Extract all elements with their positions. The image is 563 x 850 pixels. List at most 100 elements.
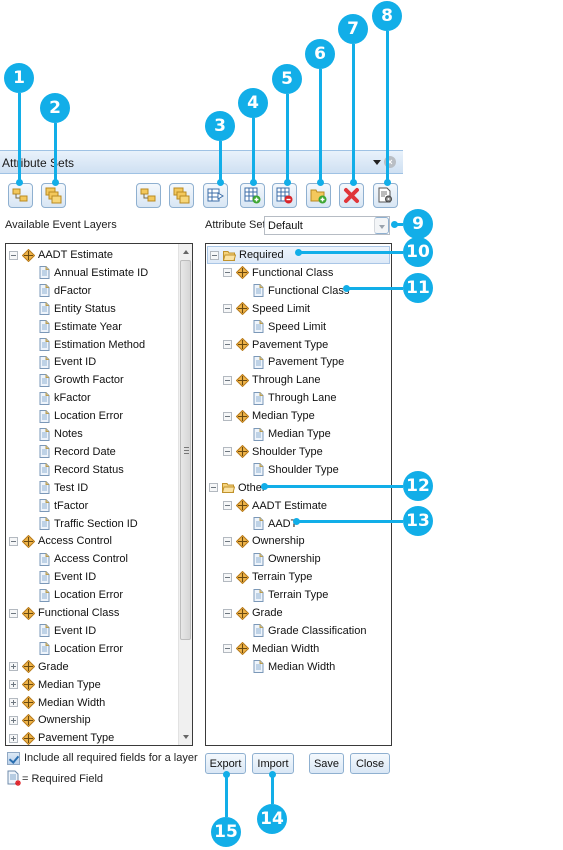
tree-field-item[interactable]: Location Error <box>23 586 123 604</box>
tree-field-item[interactable]: Estimation Method <box>23 336 145 354</box>
scroll-up-icon[interactable] <box>183 250 189 254</box>
collapse-all-set-button[interactable] <box>169 183 194 208</box>
tree-layer-item[interactable]: Functional Class <box>223 264 333 282</box>
tree-field-item[interactable]: Record Status <box>23 461 124 479</box>
tree-field-item[interactable]: Functional Class <box>237 282 349 300</box>
tree-field-item[interactable]: Growth Factor <box>23 371 124 389</box>
expand-icon[interactable] <box>9 662 18 672</box>
tree-item-label: Traffic Section ID <box>54 517 138 530</box>
chevron-down-icon[interactable] <box>374 217 389 234</box>
collapse-icon[interactable] <box>9 250 18 260</box>
collapse-all-button[interactable] <box>41 183 66 208</box>
collapse-icon[interactable] <box>210 250 219 260</box>
tree-field-item[interactable]: Terrain Type <box>237 586 328 604</box>
collapse-icon[interactable] <box>223 536 232 546</box>
callout-leader-line <box>54 123 57 183</box>
tree-field-item[interactable]: AADT <box>237 515 297 533</box>
tree-field-item[interactable]: Annual Estimate ID <box>23 264 148 282</box>
tree-field-item[interactable]: Event ID <box>23 568 96 586</box>
tree-layer-item[interactable]: Access Control <box>9 532 112 550</box>
collapse-icon[interactable] <box>223 572 232 582</box>
tree-layer-item[interactable]: Shoulder Type <box>223 443 323 461</box>
save-button[interactable]: Save <box>309 753 344 774</box>
tree-field-item[interactable]: Test ID <box>23 479 88 497</box>
collapse-icon[interactable] <box>223 447 232 457</box>
available-event-layers-heading: Available Event Layers <box>5 219 117 231</box>
close-button[interactable]: Close <box>350 753 390 774</box>
tree-field-item[interactable]: Estimate Year <box>23 318 122 336</box>
field-document-icon <box>38 409 51 423</box>
tree-field-item[interactable]: Location Error <box>23 640 123 658</box>
tree-layer-item[interactable]: Median Width <box>223 640 319 658</box>
tree-group-item[interactable]: Other <box>209 479 266 497</box>
tree-layer-item[interactable]: Median Type <box>9 676 101 694</box>
tree-field-item[interactable]: tFactor <box>23 497 88 515</box>
tree-layer-item[interactable]: Median Type <box>223 407 315 425</box>
add-to-set-button[interactable] <box>203 183 228 208</box>
tree-field-item[interactable]: Median Type <box>237 425 331 443</box>
attribute-set-tree[interactable]: Required Functional Class Functional Class… <box>205 243 392 746</box>
tree-field-item[interactable]: Speed Limit <box>237 318 326 336</box>
tree-field-item[interactable]: kFactor <box>23 389 91 407</box>
expand-all-button[interactable] <box>8 183 33 208</box>
remove-item-button[interactable] <box>339 183 364 208</box>
collapse-icon[interactable] <box>223 501 232 511</box>
collapse-icon[interactable] <box>223 304 232 314</box>
attribute-set-select[interactable]: Default <box>264 216 390 235</box>
tree-field-item[interactable]: Through Lane <box>237 389 337 407</box>
tree-field-item[interactable]: Location Error <box>23 407 123 425</box>
tree-layer-item[interactable]: AADT Estimate <box>223 497 327 515</box>
collapse-icon[interactable] <box>223 375 232 385</box>
tree-layer-item[interactable]: Ownership <box>223 532 305 550</box>
scroll-thumb[interactable] <box>180 260 191 640</box>
tree-field-item[interactable]: Shoulder Type <box>237 461 339 479</box>
scroll-down-icon[interactable] <box>183 735 189 739</box>
tree-field-item[interactable]: Event ID <box>23 353 96 371</box>
tree-layer-item[interactable]: Terrain Type <box>223 568 312 586</box>
collapse-icon[interactable] <box>223 340 232 349</box>
tree-field-item[interactable]: Event ID <box>23 622 96 640</box>
tree-field-item[interactable]: Notes <box>23 425 83 443</box>
expand-icon[interactable] <box>9 698 18 707</box>
tree-layer-item[interactable]: Grade <box>9 658 69 676</box>
tree-layer-item[interactable]: Ownership <box>9 711 91 729</box>
new-set-button[interactable] <box>240 183 265 208</box>
collapse-icon[interactable] <box>223 608 232 618</box>
collapse-icon[interactable] <box>223 411 232 421</box>
new-group-button[interactable] <box>306 183 331 208</box>
left-tree-scrollbar[interactable] <box>178 244 192 745</box>
tree-layer-item[interactable]: Pavement Type <box>223 336 328 354</box>
tree-field-item[interactable]: Traffic Section ID <box>23 515 138 533</box>
expand-icon[interactable] <box>9 733 18 743</box>
collapse-icon[interactable] <box>223 268 232 278</box>
collapse-icon[interactable] <box>9 608 18 618</box>
collapse-icon[interactable] <box>9 536 18 546</box>
collapse-icon[interactable] <box>223 644 232 654</box>
tree-layer-item[interactable]: Through Lane <box>223 371 321 389</box>
expand-icon[interactable] <box>9 680 18 690</box>
tree-field-item[interactable]: Grade Classification <box>237 622 366 640</box>
tree-layer-item[interactable]: Grade <box>223 604 283 622</box>
properties-button[interactable] <box>373 183 398 208</box>
collapse-icon[interactable] <box>209 483 218 493</box>
tree-field-item[interactable]: Access Control <box>23 550 128 568</box>
tree-field-item[interactable]: Entity Status <box>23 300 116 318</box>
tree-field-item[interactable]: Median Width <box>237 658 335 676</box>
tree-field-item[interactable]: Pavement Type <box>237 353 344 371</box>
tree-field-item[interactable]: Ownership <box>237 550 321 568</box>
expand-all-set-button[interactable] <box>136 183 161 208</box>
tree-layer-item[interactable]: Pavement Type <box>9 729 114 745</box>
expand-icon[interactable] <box>9 715 18 725</box>
available-layers-tree[interactable]: AADT Estimate Annual Estimate ID dFactor En… <box>5 243 193 746</box>
tree-layer-item[interactable]: Speed Limit <box>223 300 310 318</box>
callout-leader-dot <box>217 179 224 186</box>
include-required-checkbox[interactable] <box>7 752 20 765</box>
tree-field-item[interactable]: Record Date <box>23 443 116 461</box>
dropdown-arrow-icon[interactable] <box>373 160 381 165</box>
tree-layer-item[interactable]: Functional Class <box>9 604 119 622</box>
delete-set-button[interactable] <box>272 183 297 208</box>
tree-layer-item[interactable]: AADT Estimate <box>9 246 113 264</box>
required-field-legend: = Required Field <box>22 773 104 785</box>
tree-field-item[interactable]: dFactor <box>23 282 91 300</box>
tree-layer-item[interactable]: Median Width <box>9 694 105 712</box>
